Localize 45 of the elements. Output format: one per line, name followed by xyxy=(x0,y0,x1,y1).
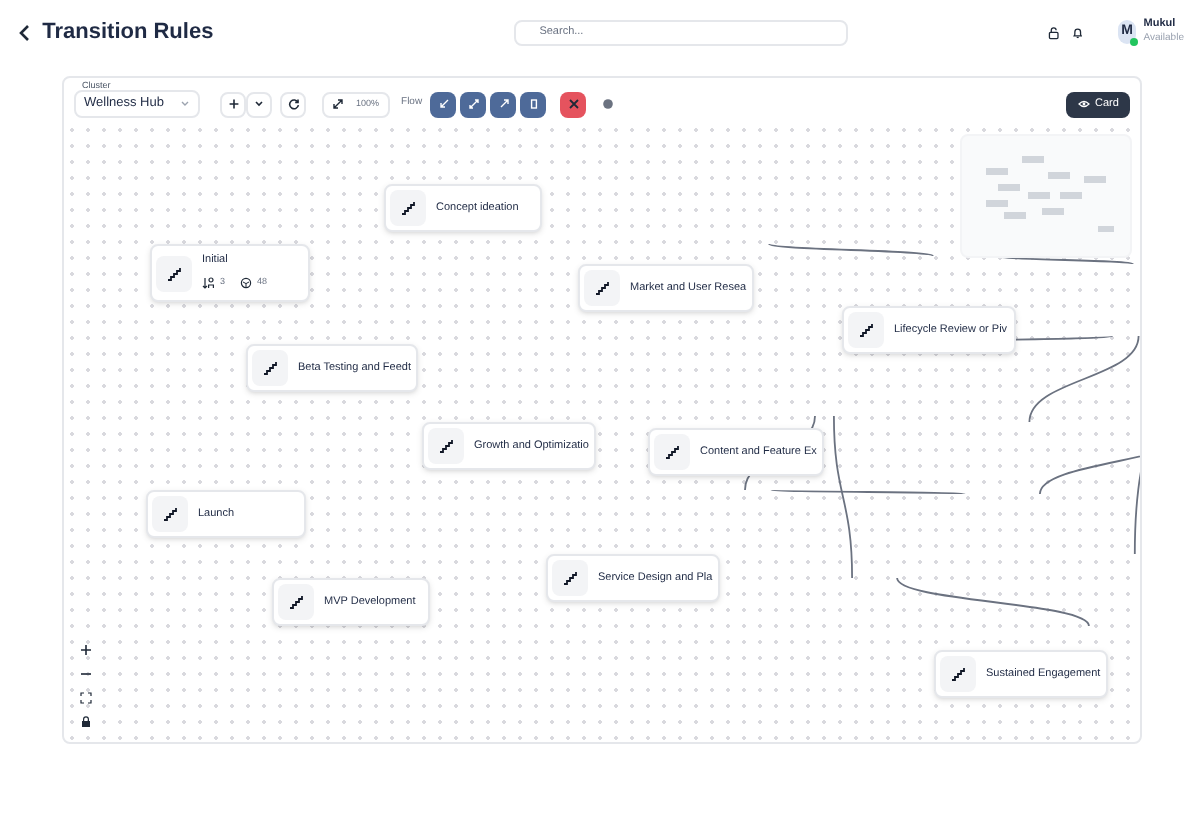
stairs-icon xyxy=(400,200,416,216)
page-title: Transition Rules xyxy=(42,17,214,48)
close-button[interactable] xyxy=(560,91,587,117)
chevron-down-icon xyxy=(180,100,190,108)
diagonal-arrows-icon xyxy=(467,98,480,110)
arrow-up-right-icon xyxy=(497,98,510,110)
stack-icon xyxy=(527,98,540,110)
flow-button[interactable] xyxy=(520,91,547,117)
stairs-icon xyxy=(262,360,278,376)
lock-button[interactable] xyxy=(78,714,92,728)
stairs-icon xyxy=(438,438,454,454)
cube-icon xyxy=(239,276,252,291)
plus-icon xyxy=(227,98,239,110)
zoom-in-button[interactable] xyxy=(78,642,92,656)
back-button[interactable] xyxy=(16,20,31,44)
stairs-icon xyxy=(664,444,680,460)
flow-button[interactable] xyxy=(430,91,457,117)
refresh-icon xyxy=(287,98,299,110)
bell-icon xyxy=(1071,23,1083,41)
refresh-button[interactable] xyxy=(280,91,306,117)
gear-icon xyxy=(602,98,615,110)
sort-person-icon xyxy=(202,276,214,291)
stairs-icon xyxy=(288,594,304,610)
flow-button[interactable] xyxy=(460,91,487,117)
dropdown-button[interactable] xyxy=(246,91,272,117)
stairs-icon xyxy=(162,506,178,522)
chevron-left-icon xyxy=(17,23,30,41)
arrow-down-left-icon xyxy=(437,98,450,110)
chevron-down-icon xyxy=(254,100,264,108)
lock-icon xyxy=(79,715,91,727)
eye-icon xyxy=(1077,100,1090,108)
minus-icon xyxy=(79,667,91,679)
stairs-icon xyxy=(858,322,874,338)
lock-icon xyxy=(1047,23,1060,41)
fit-view-button[interactable] xyxy=(78,690,92,704)
plus-icon xyxy=(79,643,91,655)
stairs-icon xyxy=(166,266,182,282)
expand-icon xyxy=(332,98,344,110)
stairs-icon xyxy=(594,280,610,296)
stairs-icon xyxy=(562,570,578,586)
close-icon xyxy=(567,98,580,110)
flow-button[interactable] xyxy=(490,91,517,117)
add-button[interactable] xyxy=(220,91,246,117)
stairs-icon xyxy=(950,666,966,682)
fit-view-icon xyxy=(79,691,91,703)
